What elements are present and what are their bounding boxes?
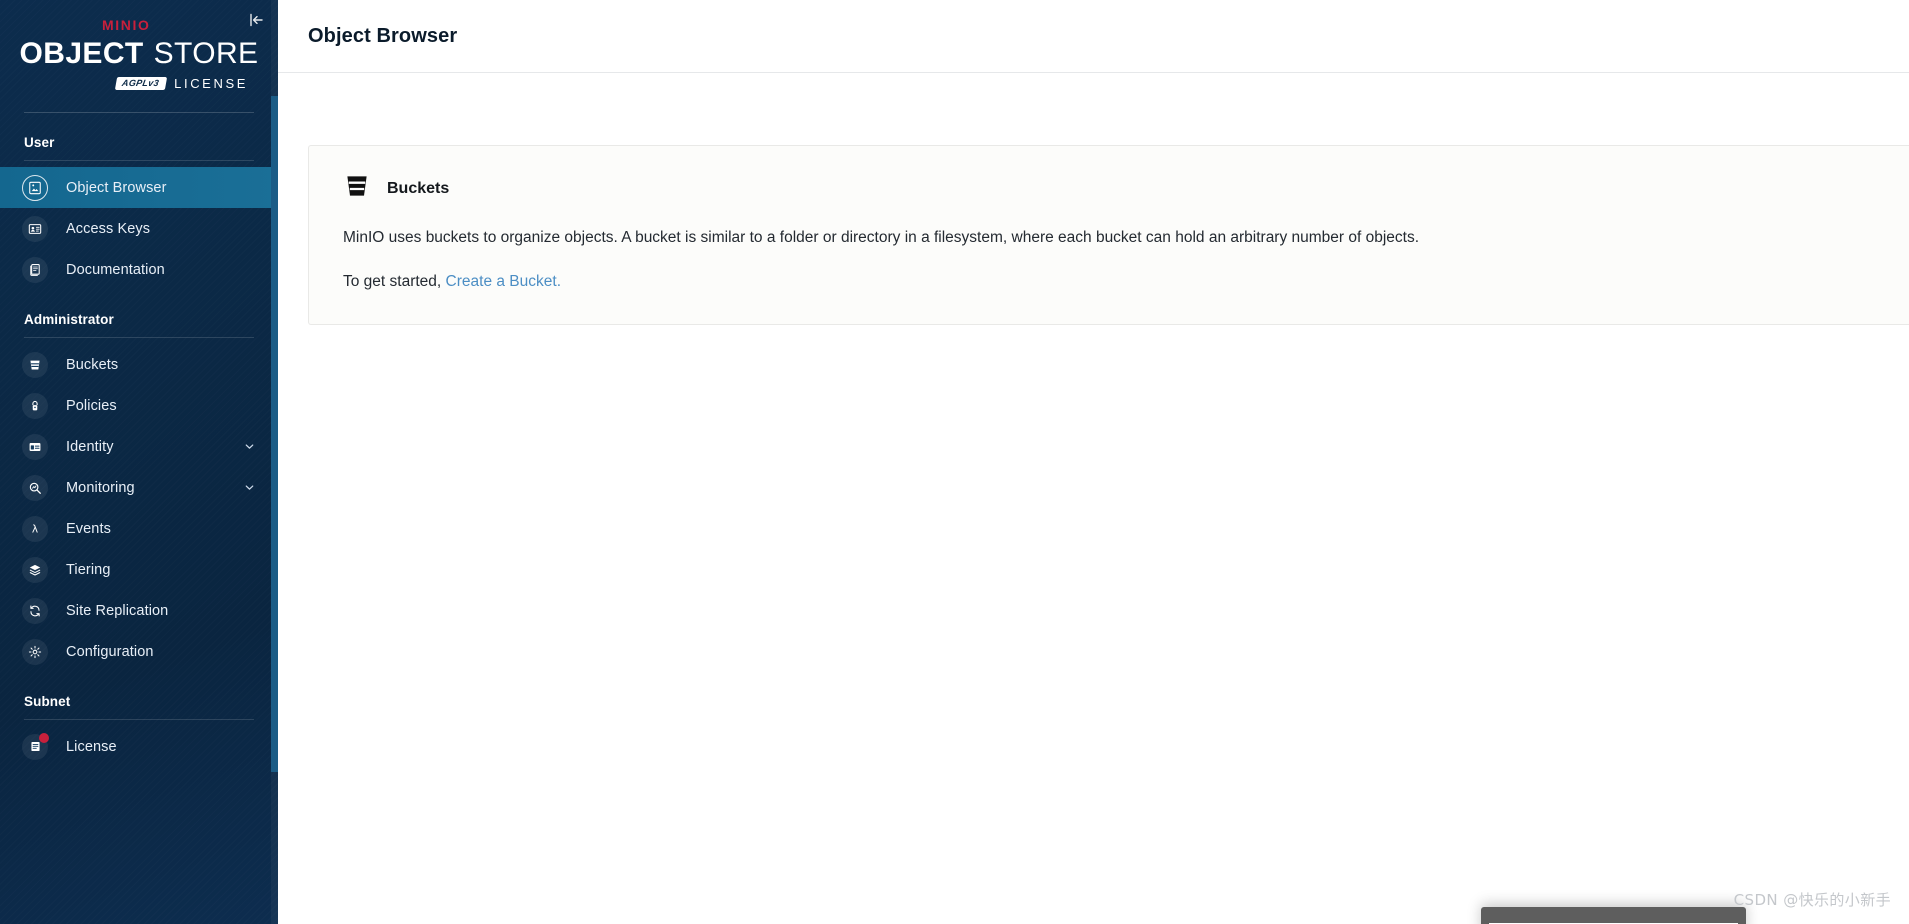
sidebar-item-label: Identity xyxy=(66,438,114,455)
sidebar-inner: MINIO OBJECT STORE AGPLv3 LICENSE User O… xyxy=(0,0,278,767)
license-line: AGPLv3 LICENSE xyxy=(24,76,254,91)
license-icon xyxy=(22,732,49,760)
page-title: Object Browser xyxy=(308,24,458,47)
sidebar-section-title-administrator: Administrator xyxy=(24,312,114,327)
license-word: LICENSE xyxy=(174,76,248,91)
sidebar-section-title-subnet: Subnet xyxy=(24,694,71,709)
sidebar-item-buckets[interactable]: Buckets xyxy=(0,344,278,385)
sidebar-item-policies[interactable]: Policies xyxy=(0,385,278,426)
sidebar-item-identity[interactable]: Identity xyxy=(0,426,278,467)
sidebar-item-events[interactable]: λ Events xyxy=(0,508,278,549)
bottom-partial-dialog[interactable] xyxy=(1481,907,1746,924)
sidebar-item-label: Monitoring xyxy=(66,479,135,496)
main-body: Buckets MinIO uses buckets to organize o… xyxy=(278,73,1909,325)
sidebar-item-label: Site Replication xyxy=(66,602,169,619)
page-header: Object Browser xyxy=(278,0,1909,73)
license-notification-badge xyxy=(39,732,49,743)
sidebar-item-configuration[interactable]: Configuration xyxy=(0,631,278,672)
csdn-watermark: CSDN @快乐的小新手 xyxy=(1733,891,1891,909)
sidebar-item-access-keys[interactable]: Access Keys xyxy=(0,208,278,249)
sidebar-item-label: Access Keys xyxy=(66,220,151,237)
sidebar-section-rule-user xyxy=(24,160,254,161)
main-content: Object Browser Buckets MinIO uses bucket… xyxy=(278,0,1909,924)
policies-lock-icon xyxy=(22,392,48,419)
svg-text:λ: λ xyxy=(32,523,38,535)
sidebar-logo-block: MINIO OBJECT STORE AGPLv3 LICENSE xyxy=(0,0,278,100)
sidebar-item-label: Policies xyxy=(66,397,117,414)
chevron-down-icon[interactable] xyxy=(243,481,262,494)
card-header: Buckets xyxy=(343,172,1879,205)
identity-card-icon xyxy=(22,433,48,460)
sidebar-item-label: Buckets xyxy=(66,356,119,373)
object-browser-icon xyxy=(22,174,48,201)
sidebar-item-label: Tiering xyxy=(66,561,111,578)
sidebar-section-subnet: Subnet License xyxy=(0,672,278,767)
object-store-wordmark: OBJECT STORE xyxy=(20,39,259,69)
card-description: MinIO uses buckets to organize objects. … xyxy=(343,229,1420,246)
sidebar-item-documentation[interactable]: Documentation xyxy=(0,249,278,290)
card-cta-prefix: To get started, xyxy=(343,273,442,291)
sidebar-scrollbar-track[interactable] xyxy=(271,0,278,924)
access-keys-icon xyxy=(22,215,48,242)
sidebar-section-title-user: User xyxy=(24,135,55,150)
sidebar-item-site-replication[interactable]: Site Replication xyxy=(0,590,278,631)
sidebar-section-user: User Object Browser Access Keys Document… xyxy=(0,113,278,290)
chevron-down-icon[interactable] xyxy=(243,440,262,453)
events-lambda-icon: λ xyxy=(22,515,48,542)
sidebar-section-rule-subnet xyxy=(24,719,254,720)
site-replication-icon xyxy=(22,597,48,624)
monitoring-magnifier-icon xyxy=(22,474,48,501)
sidebar: MINIO OBJECT STORE AGPLv3 LICENSE User O… xyxy=(0,0,278,924)
minio-wordmark: MINIO xyxy=(102,17,151,33)
sidebar-item-tiering[interactable]: Tiering xyxy=(0,549,278,590)
logo-store-text: STORE xyxy=(153,37,259,70)
sidebar-item-label: Object Browser xyxy=(66,179,167,196)
sidebar-section-rule-administrator xyxy=(24,337,254,338)
minio-console-app: MINIO OBJECT STORE AGPLv3 LICENSE User O… xyxy=(0,0,1909,924)
collapse-left-icon[interactable] xyxy=(244,8,268,32)
sidebar-item-object-browser[interactable]: Object Browser xyxy=(0,167,278,208)
buckets-info-card: Buckets MinIO uses buckets to organize o… xyxy=(308,145,1909,325)
bucket-icon xyxy=(22,351,48,378)
tiering-layers-icon xyxy=(22,556,48,583)
logo-object-text: OBJECT xyxy=(19,37,144,70)
agpl-badge: AGPLv3 xyxy=(115,77,168,90)
sidebar-item-monitoring[interactable]: Monitoring xyxy=(0,467,278,508)
card-cta: To get started, Create a Bucket. xyxy=(343,271,1879,293)
create-a-bucket-link[interactable]: Create a Bucket. xyxy=(446,273,561,290)
sidebar-scrollbar-thumb[interactable] xyxy=(271,96,278,772)
bucket-icon xyxy=(343,172,371,205)
sidebar-item-label: Configuration xyxy=(66,643,154,660)
sidebar-item-label: Events xyxy=(66,520,111,537)
sidebar-item-license[interactable]: License xyxy=(0,726,278,767)
card-title: Buckets xyxy=(387,179,450,197)
sidebar-item-label: License xyxy=(66,738,117,755)
sidebar-section-administrator: Administrator Buckets Policies Identity … xyxy=(0,290,278,672)
documentation-icon xyxy=(22,256,48,283)
configuration-gear-icon xyxy=(22,638,48,665)
sidebar-item-label: Documentation xyxy=(66,261,165,278)
